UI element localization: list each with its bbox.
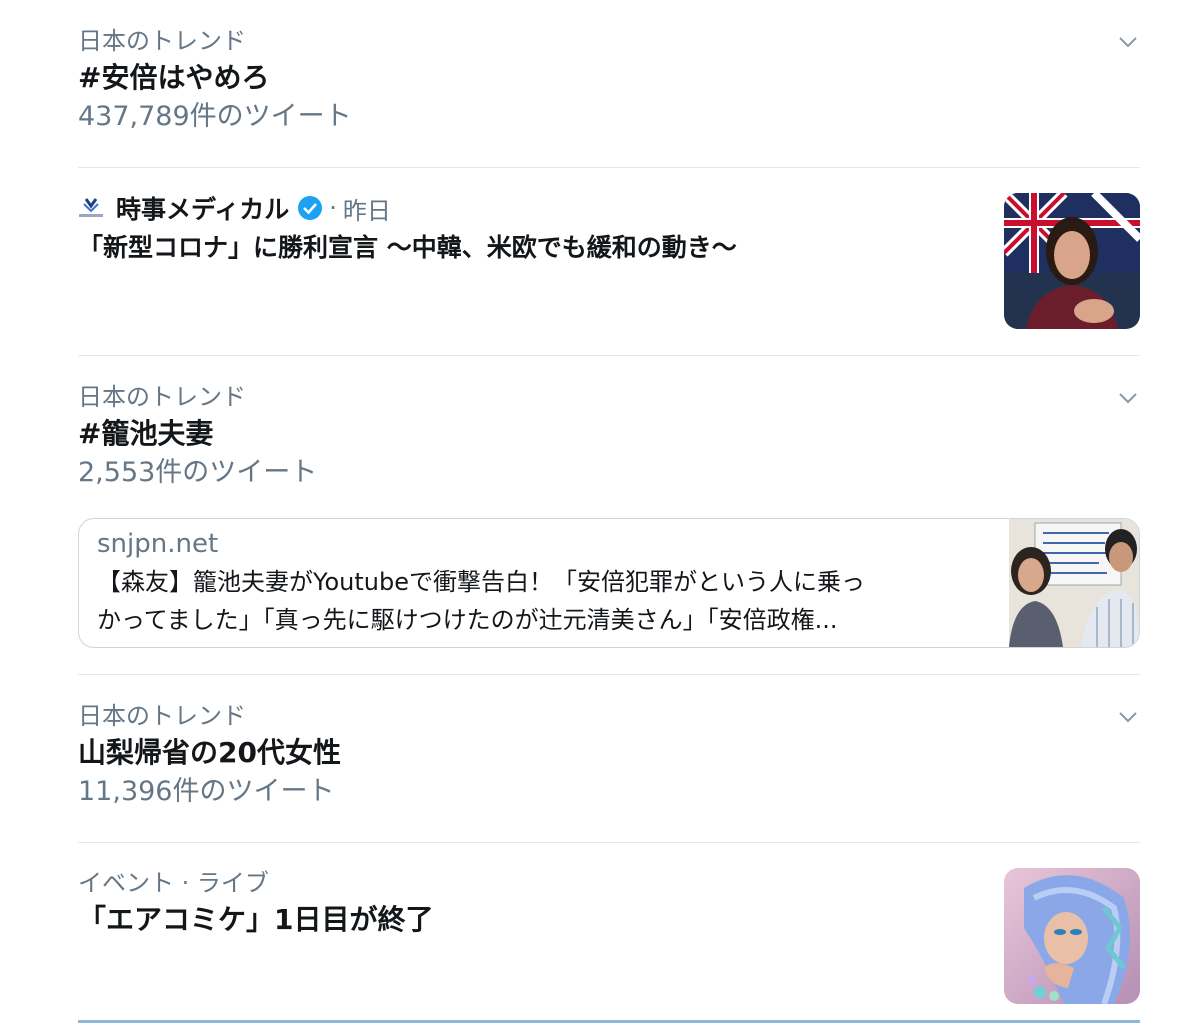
trend-item[interactable]: 日本のトレンド 山梨帰省の20代女性 11,396件のツイート [78,701,1140,809]
trend-title: #籠池夫妻 [78,417,214,450]
link-card-image [1009,519,1139,647]
event-category: イベント · ライブ [78,869,269,897]
trend-tweet-count: 437,789件のツイート [78,101,352,132]
event-title: 「エアコミケ」1日目が終了 [78,903,434,936]
divider [78,674,1140,675]
chevron-down-icon[interactable] [1116,386,1140,410]
link-card-domain: snjpn.net [97,529,219,559]
chevron-down-icon[interactable] [1116,30,1140,54]
news-separator: · [329,194,337,222]
trend-item[interactable]: 日本のトレンド #安倍はやめろ 437,789件のツイート [78,26,1140,134]
trend-tweet-count: 11,396件のツイート [78,776,335,807]
news-source-row: 時事メディカル · 昨日 [78,190,1140,226]
link-card-description-line: 【森友】籠池夫妻がYoutubeで衝撃告白！「安倍犯罪がという人に乗っ [97,568,865,596]
source-logo-icon [79,198,103,217]
chevron-down-icon[interactable] [1116,705,1140,729]
trend-tweet-count: 2,553件のツイート [78,457,318,488]
link-card-description-line: かってました」「真っ先に駆けつけたのが辻元清美さん」「安倍政権... [97,606,838,634]
verified-badge-icon [298,196,323,220]
news-headline: 「新型コロナ」に勝利宣言 〜中韓、米欧でも緩和の動き〜 [78,233,737,262]
trend-title: 山梨帰省の20代女性 [78,736,341,769]
divider [78,355,1140,356]
news-source-name[interactable]: 時事メディカル [116,190,289,226]
divider [78,842,1140,843]
trend-category: 日本のトレンド [78,27,246,55]
news-time: 昨日 [342,196,391,225]
event-item[interactable]: イベント · ライブ 「エアコミケ」1日目が終了 [78,868,1140,1008]
news-item[interactable]: 時事メディカル · 昨日 「新型コロナ」に勝利宣言 〜中韓、米欧でも緩和の動き〜 [78,192,1140,332]
trend-item[interactable]: 日本のトレンド #籠池夫妻 2,553件のツイート [78,382,1140,490]
news-thumbnail[interactable] [1004,193,1140,329]
event-thumbnail[interactable] [1004,868,1140,1004]
link-card-text: snjpn.net 【森友】籠池夫妻がYoutubeで衝撃告白！「安倍犯罪がとい… [97,527,997,639]
link-card[interactable]: snjpn.net 【森友】籠池夫妻がYoutubeで衝撃告白！「安倍犯罪がとい… [78,518,1140,648]
trend-category: 日本のトレンド [78,383,246,411]
trend-category: 日本のトレンド [78,702,246,730]
trend-title: #安倍はやめろ [78,61,270,94]
divider [78,167,1140,168]
